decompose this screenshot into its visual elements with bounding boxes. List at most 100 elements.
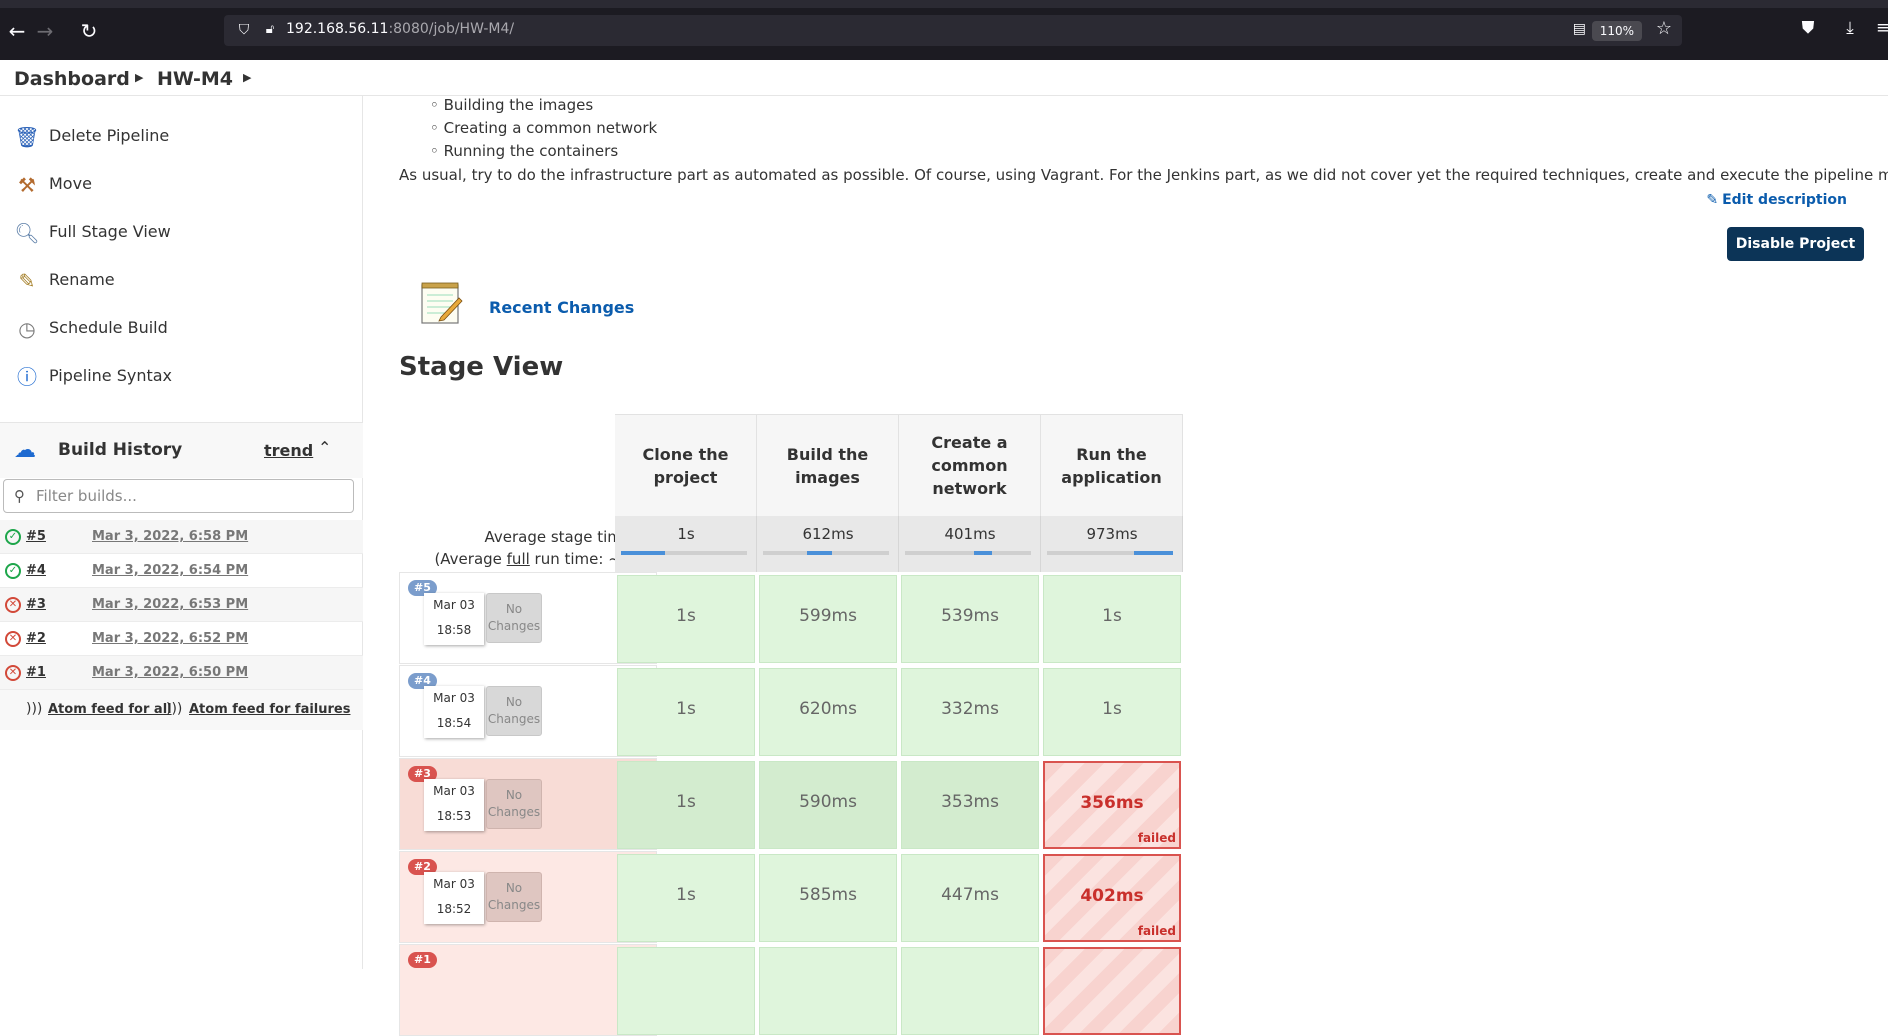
stage-cell[interactable] <box>759 947 897 1035</box>
build-date-link[interactable]: Mar 3, 2022, 6:58 PM <box>92 529 248 544</box>
stage-time-bar-fill <box>974 551 992 555</box>
build-row[interactable]: ✕ #2 Mar 3, 2022, 6:52 PM <box>0 622 363 656</box>
reload-icon[interactable]: ↻ <box>76 18 102 44</box>
stage-average: 1s <box>615 516 757 572</box>
zoom-level[interactable]: 110% <box>1591 21 1642 41</box>
run-date-time: 18:58 <box>436 623 472 637</box>
chevron-up-icon[interactable]: ⌃ <box>318 438 331 457</box>
stage-time-bar <box>763 551 889 555</box>
stage-cell[interactable]: 1s <box>617 668 755 756</box>
edit-description-label: Edit description <box>1722 192 1847 208</box>
shield-icon[interactable]: ⛉ <box>234 20 254 40</box>
stage-cell[interactable]: 447ms <box>901 854 1039 942</box>
failed-tag: failed <box>1137 831 1176 845</box>
stage-cell[interactable]: 539ms <box>901 575 1039 663</box>
stage-run-row: #2 Mar 03 18:52 No Changes 1s 585ms 447ms 402ms… <box>399 851 1229 943</box>
sidebar-item-clipped <box>0 84 363 96</box>
main-content: ◦ Building the images ◦ Creating a commo… <box>364 96 1888 1036</box>
recent-changes-link[interactable]: Recent Changes <box>489 298 634 317</box>
browser-toolbar: ← → ↻ ⛉ 🔓︎ 192.168.56.11:8080/job/HW-M4/… <box>0 0 1888 60</box>
build-date-link[interactable]: Mar 3, 2022, 6:53 PM <box>92 597 248 612</box>
filter-builds-field[interactable]: ⚲ <box>3 479 354 513</box>
stage-cell-time: 447ms <box>941 885 999 905</box>
build-number-link[interactable]: #3 <box>26 597 46 612</box>
avg-full-link[interactable]: full <box>507 550 530 568</box>
stage-average-time: 401ms <box>944 525 996 543</box>
stage-run-row: #3 Mar 03 18:53 No Changes 1s 590ms 353ms 356ms… <box>399 758 1229 850</box>
success-check-icon: ✓ <box>5 529 21 545</box>
breadcrumb-chevron-icon[interactable]: ▶ <box>135 71 143 84</box>
build-number-link[interactable]: #1 <box>26 665 46 680</box>
build-history-header: ☁ Build History trend ⌃ <box>0 422 363 478</box>
edit-description-link[interactable]: ✎ Edit description <box>1706 192 1847 208</box>
atom-feed-all-link[interactable]: Atom feed for all <box>48 702 172 717</box>
stage-cell[interactable]: 585ms <box>759 854 897 942</box>
stage-cell[interactable]: 620ms <box>759 668 897 756</box>
search-icon: ⚲ <box>14 487 25 505</box>
build-row[interactable]: ✓ #5 Mar 3, 2022, 6:58 PM <box>0 520 363 554</box>
stage-cell[interactable]: 353ms <box>901 761 1039 849</box>
sidebar-item-label: Move <box>49 174 92 193</box>
build-row[interactable]: ✕ #3 Mar 3, 2022, 6:53 PM <box>0 588 363 622</box>
no-changes-label: No Changes <box>486 779 542 829</box>
reader-view-icon[interactable]: ▤ <box>1573 21 1586 37</box>
sidebar-item-schedule-build[interactable]: ◷ Schedule Build <box>0 308 363 348</box>
stage-cell[interactable]: 1s <box>617 854 755 942</box>
stage-cell-time: 1s <box>676 885 696 905</box>
url-bar[interactable]: ⛉ 🔓︎ 192.168.56.11:8080/job/HW-M4/ ▤ 110… <box>224 15 1682 46</box>
stage-cell[interactable]: 332ms <box>901 668 1039 756</box>
url-text[interactable]: 192.168.56.11:8080/job/HW-M4/ <box>286 21 514 37</box>
build-number-link[interactable]: #2 <box>26 631 46 646</box>
filter-builds-input[interactable] <box>36 485 346 507</box>
build-row[interactable]: ✓ #4 Mar 3, 2022, 6:54 PM <box>0 554 363 588</box>
stage-average-time: 973ms <box>1086 525 1138 543</box>
stage-cell[interactable]: 1s <box>1043 668 1181 756</box>
build-date-link[interactable]: Mar 3, 2022, 6:54 PM <box>92 563 248 578</box>
build-number-link[interactable]: #4 <box>26 563 46 578</box>
sidebar-item-delete-pipeline[interactable]: 🗑︎ Delete Pipeline <box>0 116 363 156</box>
stage-cell[interactable]: 590ms <box>759 761 897 849</box>
menu-icon[interactable]: ≡ <box>1876 18 1888 38</box>
stage-cell-time: 332ms <box>941 699 999 719</box>
stage-average-time: 612ms <box>802 525 854 543</box>
stage-cell[interactable]: 1s <box>1043 575 1181 663</box>
sidebar: 🗑︎ Delete Pipeline ⚒ Move 🔍︎ Full Stage … <box>0 96 363 969</box>
bookmark-star-icon[interactable]: ☆ <box>1656 18 1672 39</box>
sidebar-item-full-stage-view[interactable]: 🔍︎ Full Stage View <box>0 212 363 252</box>
pocket-icon[interactable]: ⛊ <box>1796 18 1820 38</box>
disable-project-button[interactable]: Disable Project <box>1727 227 1864 261</box>
sidebar-item-move[interactable]: ⚒ Move <box>0 164 363 204</box>
build-date-link[interactable]: Mar 3, 2022, 6:52 PM <box>92 631 248 646</box>
stage-cell-failed[interactable]: 356ms failed <box>1043 761 1181 849</box>
sidebar-item-label: Pipeline Syntax <box>49 366 173 385</box>
run-date: Mar 03 18:58 <box>424 593 484 645</box>
stage-cell[interactable] <box>617 947 755 1035</box>
stage-header: Build the images <box>757 414 899 516</box>
run-badge[interactable]: #1 <box>408 952 437 968</box>
back-icon[interactable]: ← <box>4 18 30 44</box>
atom-feed-failures-link[interactable]: Atom feed for failures <box>189 702 350 717</box>
build-row[interactable]: ✕ #1 Mar 3, 2022, 6:50 PM <box>0 656 363 690</box>
stage-cell[interactable]: 1s <box>617 761 755 849</box>
breadcrumb-chevron-icon[interactable]: ▶ <box>243 71 251 84</box>
stage-cell[interactable] <box>901 947 1039 1035</box>
stage-cell[interactable]: 599ms <box>759 575 897 663</box>
description-text: Running the containers <box>443 142 619 160</box>
sidebar-item-pipeline-syntax[interactable]: ⓘ Pipeline Syntax <box>0 356 363 396</box>
failure-x-icon: ✕ <box>5 665 21 681</box>
stage-header: Run the application <box>1041 414 1183 516</box>
stage-cell-failed[interactable] <box>1043 947 1181 1035</box>
stage-cell[interactable]: 1s <box>617 575 755 663</box>
build-number-link[interactable]: #5 <box>26 529 46 544</box>
run-date-day: Mar 03 <box>433 598 475 612</box>
insecure-lock-icon[interactable]: 🔓︎ <box>260 20 280 40</box>
build-date-link[interactable]: Mar 3, 2022, 6:50 PM <box>92 665 248 680</box>
sidebar-item-label: Delete Pipeline <box>49 126 170 145</box>
stage-cell-failed[interactable]: 402ms failed <box>1043 854 1181 942</box>
trend-link[interactable]: trend <box>264 441 313 460</box>
forward-icon[interactable]: → <box>32 18 58 44</box>
sidebar-item-label: Rename <box>49 270 115 289</box>
sidebar-item-rename[interactable]: ✎ Rename <box>0 260 363 300</box>
stage-header: Create a common network <box>899 414 1041 516</box>
download-icon[interactable]: ⤓ <box>1838 18 1862 38</box>
